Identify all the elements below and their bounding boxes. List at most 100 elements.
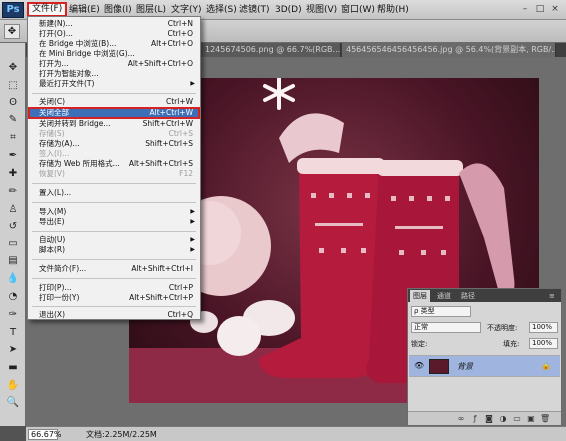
gradient-tool-icon[interactable]: ▤: [5, 254, 21, 267]
menu-item-scripts[interactable]: 脚本(R) ▶: [29, 245, 199, 255]
menu-item-recent-files[interactable]: 最近打开文件(T) ▶: [29, 79, 199, 89]
menu-file[interactable]: 文件(F): [27, 2, 68, 17]
new-group-icon[interactable]: ▭: [512, 414, 522, 423]
submenu-arrow-icon: ▶: [190, 208, 195, 215]
tab-label: 1245674506.png @ 66.7%(RGB...: [205, 45, 341, 54]
blend-mode-select[interactable]: 正常: [411, 322, 481, 333]
menu-item-open[interactable]: 打开(O)... Ctrl+O: [29, 29, 199, 39]
panel-menu-icon[interactable]: ≡: [546, 290, 558, 302]
menu-3d[interactable]: 3D(D): [272, 3, 305, 18]
eraser-tool-icon[interactable]: ▭: [5, 237, 21, 250]
menu-item-export[interactable]: 导出(E) ▶: [29, 217, 199, 227]
menu-separator: [32, 93, 196, 94]
crop-tool-icon[interactable]: ⌗: [5, 131, 21, 144]
menu-item-check-in[interactable]: 签入(I)...: [29, 149, 199, 159]
menu-item-print-one-copy[interactable]: 打印一份(Y) Alt+Shift+Ctrl+P: [29, 293, 199, 303]
zoom-tool-icon[interactable]: 🔍: [5, 396, 21, 409]
healing-brush-tool-icon[interactable]: ✚: [5, 167, 21, 180]
pen-tool-icon[interactable]: ✑: [5, 308, 21, 321]
zoom-level-field[interactable]: 66.67%: [28, 429, 62, 440]
menu-item-close[interactable]: 关闭(C) Ctrl+W: [29, 97, 199, 107]
menu-item-close-all[interactable]: 关闭全部 Alt+Ctrl+W: [28, 107, 200, 119]
maximize-button[interactable]: □: [533, 3, 547, 16]
type-tool-icon[interactable]: T: [5, 326, 21, 339]
submenu-arrow-icon: ▶: [190, 246, 195, 253]
clone-stamp-tool-icon[interactable]: ♙: [5, 203, 21, 216]
new-layer-icon[interactable]: ▣: [526, 414, 536, 423]
menu-view[interactable]: 视图(V): [303, 3, 340, 18]
menu-item-browse-mini-bridge[interactable]: 在 Mini Bridge 中浏览(G)...: [29, 49, 199, 59]
layer-style-icon[interactable]: ƒ: [470, 414, 480, 423]
menu-item-import[interactable]: 导入(M) ▶: [29, 207, 199, 217]
tab-document-2[interactable]: 456456546456456456.jpg @ 56.4%(背景副本, RGB…: [342, 43, 556, 57]
path-selection-tool-icon[interactable]: ➤: [5, 343, 21, 356]
marquee-tool-icon[interactable]: ⬚: [5, 79, 21, 92]
menu-separator: [32, 231, 196, 232]
move-tool-icon[interactable]: ✥: [5, 61, 21, 74]
tab-paths[interactable]: 路径: [458, 290, 478, 302]
quick-select-tool-icon[interactable]: ✎: [5, 113, 21, 126]
lasso-tool-icon[interactable]: ʘ: [5, 96, 21, 109]
menu-item-save-as[interactable]: 存储为(A)... Shift+Ctrl+S: [29, 139, 199, 149]
menu-item-revert[interactable]: 恢复(V) F12: [29, 169, 199, 179]
menu-help[interactable]: 帮助(H): [374, 3, 412, 18]
minimize-button[interactable]: –: [518, 3, 532, 16]
layer-name[interactable]: 背景: [457, 361, 473, 372]
fill-field[interactable]: 100%: [529, 338, 558, 349]
submenu-arrow-icon: ▶: [190, 80, 195, 87]
layer-row-background[interactable]: 👁 背景 🔒: [409, 355, 560, 377]
layer-filter-select[interactable]: ρ 类型: [411, 306, 471, 317]
photoshop-logo: Ps: [2, 2, 24, 18]
menu-item-file-info[interactable]: 文件简介(F)... Alt+Shift+Ctrl+I: [29, 264, 199, 274]
menu-separator: [32, 183, 196, 184]
add-mask-icon[interactable]: ◙: [484, 414, 494, 423]
opacity-label: 不透明度:: [487, 324, 518, 332]
tab-layers[interactable]: 图层: [410, 290, 430, 302]
file-menu-dropdown: 新建(N)... Ctrl+N 打开(O)... Ctrl+O 在 Bridge 中…: [27, 16, 201, 320]
menu-item-new[interactable]: 新建(N)... Ctrl+N: [29, 19, 199, 29]
menu-window[interactable]: 窗口(W): [338, 3, 378, 18]
close-window-button[interactable]: ×: [548, 3, 562, 16]
link-layers-icon[interactable]: ∞: [456, 414, 466, 423]
shape-tool-icon[interactable]: ▬: [5, 361, 21, 374]
menu-item-place[interactable]: 置入(L)...: [29, 188, 199, 198]
submenu-arrow-icon: ▶: [190, 236, 195, 243]
layers-panel-footer: ∞ ƒ ◙ ◑ ▭ ▣ 🗑: [408, 411, 561, 425]
hand-tool-icon[interactable]: ✋: [5, 379, 21, 392]
lock-label: 锁定:: [411, 340, 428, 348]
menu-item-save[interactable]: 存储(S) Ctrl+S: [29, 129, 199, 139]
delete-layer-icon[interactable]: 🗑: [540, 414, 550, 423]
blur-tool-icon[interactable]: 💧: [5, 272, 21, 285]
menu-separator: [32, 306, 196, 307]
menu-filter[interactable]: 滤镜(T): [236, 3, 273, 18]
submenu-arrow-icon: ▶: [190, 218, 195, 225]
lock-fill-row: 锁定: 填充: 100%: [411, 338, 558, 351]
move-tool-preset-icon[interactable]: ✥: [4, 24, 20, 39]
menu-item-open-as[interactable]: 打开为... Alt+Shift+Ctrl+O: [29, 59, 199, 69]
status-bar: 66.67% 文档:2.25M/2.25M: [26, 426, 566, 441]
eyedropper-tool-icon[interactable]: ✒: [5, 149, 21, 162]
dodge-tool-icon[interactable]: ◔: [5, 290, 21, 303]
opacity-field[interactable]: 100%: [529, 322, 558, 333]
brush-tool-icon[interactable]: ✏: [5, 185, 21, 198]
menu-item-save-for-web[interactable]: 存储为 Web 所用格式... Alt+Shift+Ctrl+S: [29, 159, 199, 169]
visibility-eye-icon[interactable]: 👁: [414, 361, 424, 370]
history-brush-tool-icon[interactable]: ↺: [5, 220, 21, 233]
panel-tab-strip: 图层 通道 路径 ≡: [408, 289, 561, 302]
adjustment-layer-icon[interactable]: ◑: [498, 414, 508, 423]
tab-channels[interactable]: 通道: [434, 290, 454, 302]
menu-select[interactable]: 选择(S): [203, 3, 240, 18]
menu-item-open-smart-object[interactable]: 打开为智能对象...: [29, 69, 199, 79]
snowflake-decoration: [263, 78, 295, 110]
menu-item-print[interactable]: 打印(P)... Ctrl+P: [29, 283, 199, 293]
document-size-info[interactable]: 文档:2.25M/2.25M: [86, 429, 157, 440]
menu-separator: [32, 278, 196, 279]
menu-item-automate[interactable]: 自动(U) ▶: [29, 235, 199, 245]
layer-thumbnail: [429, 359, 449, 374]
lock-icon: 🔒: [541, 361, 551, 370]
menu-item-exit[interactable]: 退出(X) Ctrl+Q: [29, 310, 199, 320]
menu-item-browse-bridge[interactable]: 在 Bridge 中浏览(B)... Alt+Ctrl+O: [29, 39, 199, 49]
menu-item-close-go-bridge[interactable]: 关闭并转到 Bridge... Shift+Ctrl+W: [29, 119, 199, 129]
fill-label: 填充:: [503, 340, 520, 348]
tab-document-1[interactable]: 1245674506.png @ 66.7%(RGB...×: [201, 43, 341, 57]
